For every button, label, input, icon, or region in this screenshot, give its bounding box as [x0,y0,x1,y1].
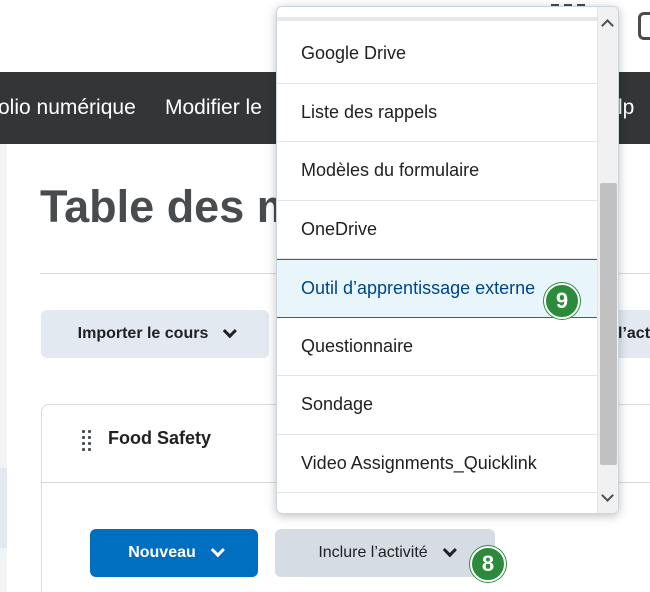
menu-item-video-assignments[interactable]: Video Assignments_Quicklink [277,435,597,493]
chat-icon[interactable] [638,12,650,40]
nav-item-edit[interactable]: Modifier le [165,95,262,121]
menu-item-form-templates[interactable]: Modèles du formulaire [277,142,597,201]
dropdown-top-edge [277,17,597,21]
nav-item-portfolio[interactable]: olio numérique [0,95,136,121]
chevron-down-icon [210,543,225,558]
toolbar-button-partial-label: l’acti [618,325,650,342]
page-title: Table des m [40,181,297,232]
chevron-down-icon [223,324,238,339]
left-gutter-handle [0,468,7,548]
menu-item-quiz[interactable]: Questionnaire [277,318,597,376]
import-course-label: Importer le cours [77,325,209,342]
step-badge-9: 9 [544,283,580,319]
scroll-down-icon[interactable] [601,489,614,502]
dropdown-list: Google Drive Liste des rappels Modèles d… [277,25,597,513]
scrollbar-thumb[interactable] [600,183,617,465]
include-activity-button[interactable]: Inclure l’activité [275,529,495,577]
menu-item-video-assignments-2[interactable]: Video Assignments_Quicklink [277,493,597,513]
nav-item-help[interactable]: lp [618,95,634,121]
new-button[interactable]: Nouveau [90,529,258,577]
menu-item-checklist[interactable]: Liste des rappels [277,84,597,142]
drag-handle-icon[interactable] [82,430,92,451]
activity-dropdown-menu: Google Drive Liste des rappels Modèles d… [276,6,619,514]
dropdown-scrollbar[interactable] [597,7,618,513]
menu-item-google-drive[interactable]: Google Drive [277,25,597,84]
menu-item-survey[interactable]: Sondage [277,376,597,435]
include-activity-label: Inclure l’activité [318,544,428,561]
import-course-button[interactable]: Importer le cours [41,310,269,358]
scroll-up-icon[interactable] [601,19,614,32]
chevron-down-icon [442,543,457,558]
step-badge-8: 8 [470,546,506,582]
new-button-label: Nouveau [128,544,196,561]
menu-item-onedrive[interactable]: OneDrive [277,201,597,259]
module-title: Food Safety [108,428,212,448]
